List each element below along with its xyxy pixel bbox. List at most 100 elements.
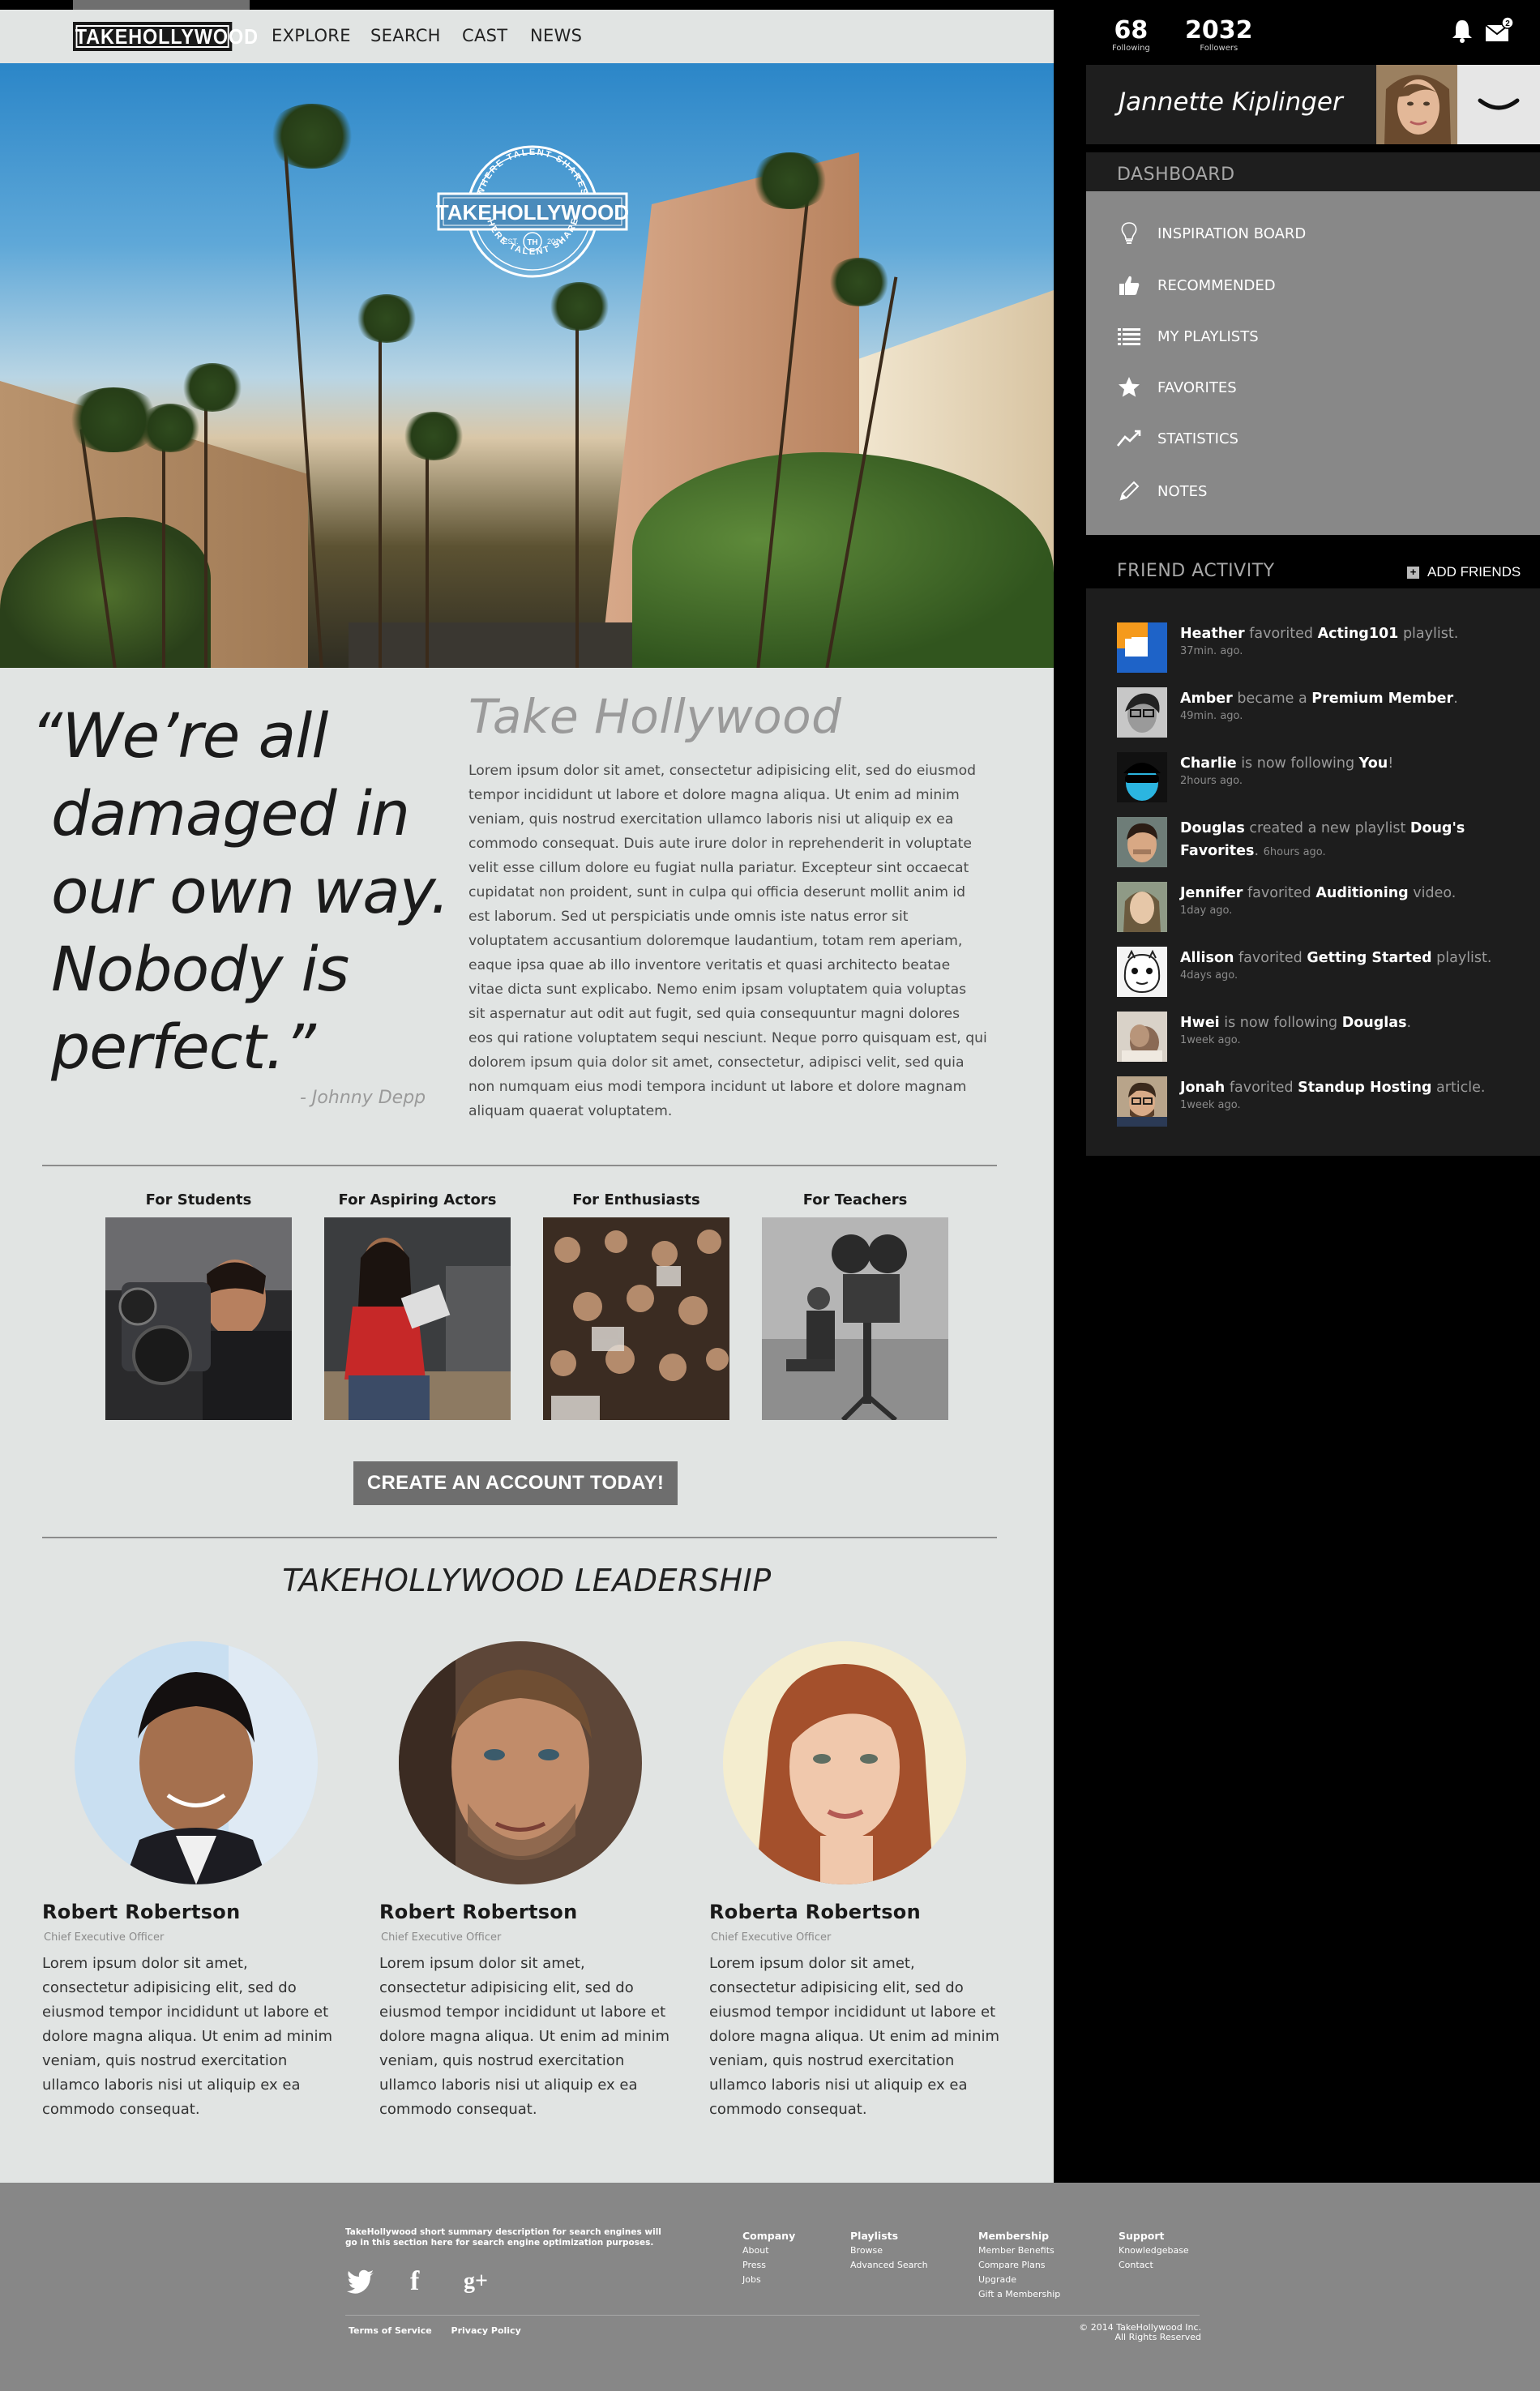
activity-item[interactable]: Jennifer favorited Auditioning video. 1d… <box>1117 882 1530 932</box>
privacy-link[interactable]: Privacy Policy <box>451 2325 521 2336</box>
activity-object[interactable]: Premium Member <box>1311 691 1453 707</box>
activity-time: 1day ago. <box>1180 905 1233 917</box>
thumbs-up-icon <box>1117 273 1141 297</box>
seal-mark: TH <box>527 238 537 247</box>
activity-item[interactable]: Jonah favorited Standup Hosting article.… <box>1117 1076 1530 1127</box>
leadership-title: TAKEHOLLYWOOD LEADERSHIP <box>282 1563 772 1598</box>
activity-user[interactable]: Allison <box>1180 950 1234 966</box>
palm-tree <box>204 371 207 668</box>
leader-card: Robert Robertson Chief Executive Officer… <box>379 1641 671 2122</box>
activity-user[interactable]: Charlie <box>1180 755 1237 772</box>
nav-news[interactable]: NEWS <box>530 26 582 45</box>
leader-bio: Lorem ipsum dolor sit amet, consectetur … <box>379 1955 670 2118</box>
dashboard-item-recommended[interactable]: RECOMMENDED <box>1117 269 1522 302</box>
site-logo[interactable]: TAKEHOLLYWOOD <box>73 22 258 51</box>
audience-enthusiasts[interactable]: For Enthusiasts <box>543 1191 729 1420</box>
activity-user[interactable]: Douglas <box>1180 820 1245 836</box>
section-divider <box>42 1537 997 1538</box>
bell-icon[interactable] <box>1449 18 1475 44</box>
footer-legal-links: Terms of Service Privacy Policy <box>349 2325 537 2336</box>
activity-verb: is now following <box>1224 1015 1338 1031</box>
footer-link-about[interactable]: About <box>742 2243 795 2258</box>
avatar[interactable] <box>1376 65 1457 144</box>
activity-user[interactable]: Hwei <box>1180 1015 1220 1031</box>
dashboard-item-favorites[interactable]: FAVORITES <box>1117 371 1522 404</box>
section-divider <box>42 1165 997 1166</box>
footer-link-advanced-search[interactable]: Advanced Search <box>850 2258 928 2273</box>
terms-link[interactable]: Terms of Service <box>349 2325 432 2336</box>
footer-divider <box>345 2315 1200 2316</box>
activity-suffix: ! <box>1388 755 1394 772</box>
palm-frond <box>354 294 419 343</box>
activity-verb: favorited <box>1238 950 1303 966</box>
nav-explore[interactable]: EXPLORE <box>272 26 351 45</box>
activity-user[interactable]: Amber <box>1180 691 1233 707</box>
activity-item[interactable]: Charlie is now following You! 2hours ago… <box>1117 752 1530 802</box>
palm-frond <box>180 363 245 412</box>
user-menu-toggle[interactable] <box>1457 65 1540 144</box>
add-friends-label: ADD FRIENDS <box>1427 564 1521 580</box>
footer-heading: Company <box>742 2230 796 2242</box>
dashboard-item-label: NOTES <box>1157 482 1208 500</box>
activity-user[interactable]: Jonah <box>1180 1080 1225 1096</box>
leader-role: Chief Executive Officer <box>44 1931 165 1944</box>
activity-item[interactable]: Heather favorited Acting101 playlist. 37… <box>1117 622 1530 673</box>
footer-link-compare-plans[interactable]: Compare Plans <box>978 2258 1060 2273</box>
audience-teachers[interactable]: For Teachers <box>762 1191 948 1420</box>
followers-count: 2032 <box>1185 16 1253 45</box>
activity-object[interactable]: Getting Started <box>1307 950 1431 966</box>
add-friends-button[interactable]: + ADD FRIENDS <box>1407 564 1521 580</box>
footer-link-upgrade[interactable]: Upgrade <box>978 2273 1060 2287</box>
following-stat[interactable]: 68 Following <box>1112 18 1150 53</box>
activity-user[interactable]: Jennifer <box>1180 885 1243 901</box>
activity-object[interactable]: Douglas <box>1342 1015 1407 1031</box>
quote-author: - Johnny Depp <box>300 1088 426 1108</box>
svg-text:WHERE TALENT SHARES: WHERE TALENT SHARES <box>476 148 589 197</box>
activity-time: 1week ago. <box>1180 1099 1241 1111</box>
create-account-button[interactable]: CREATE AN ACCOUNT TODAY! <box>353 1461 678 1505</box>
avatar <box>1117 622 1167 673</box>
audience-students[interactable]: For Students <box>105 1191 292 1420</box>
activity-item[interactable]: Douglas created a new playlist Doug's Fa… <box>1117 817 1530 867</box>
nav-cast[interactable]: CAST <box>462 26 507 45</box>
activity-item[interactable]: Amber became a Premium Member. 49min. ag… <box>1117 687 1530 738</box>
mail-icon[interactable]: 2 <box>1485 16 1514 44</box>
activity-suffix: . <box>1453 691 1458 707</box>
dashboard-item-label: INSPIRATION BOARD <box>1157 225 1307 242</box>
activity-object[interactable]: Standup Hosting <box>1298 1080 1431 1096</box>
about-body: Lorem ipsum dolor sit amet, consectetur … <box>468 763 987 1119</box>
main-content: TAKEHOLLYWOOD EXPLORE SEARCH CAST NEWS W… <box>0 0 1054 2183</box>
friend-activity-title: FRIEND ACTIVITY <box>1117 561 1275 581</box>
activity-object[interactable]: Auditioning <box>1315 885 1408 901</box>
activity-item[interactable]: Hwei is now following Douglas. 1week ago… <box>1117 1012 1530 1062</box>
leader-name: Robert Robertson <box>379 1901 578 1923</box>
activity-verb: created a new playlist <box>1249 820 1406 836</box>
footer-link-contact[interactable]: Contact <box>1119 2258 1189 2273</box>
user-name[interactable]: Jannette Kiplinger <box>1119 88 1343 117</box>
twitter-icon[interactable] <box>347 2269 374 2297</box>
nav-search[interactable]: SEARCH <box>370 26 441 45</box>
dashboard-item-notes[interactable]: NOTES <box>1117 475 1522 507</box>
footer-link-press[interactable]: Press <box>742 2258 795 2273</box>
footer-link-knowledgebase[interactable]: Knowledgebase <box>1119 2243 1189 2258</box>
following-label: Following <box>1112 44 1150 53</box>
plus-icon: + <box>1407 566 1419 579</box>
activity-user[interactable]: Heather <box>1180 626 1245 642</box>
dashboard-item-my-playlists[interactable]: MY PLAYLISTS <box>1117 320 1522 353</box>
followers-stat[interactable]: 2032 Followers <box>1185 18 1253 53</box>
footer-link-gift-membership[interactable]: Gift a Membership <box>978 2287 1060 2302</box>
dashboard-title: DASHBOARD <box>1086 152 1540 191</box>
dashboard-item-statistics[interactable]: STATISTICS <box>1117 422 1522 455</box>
footer-link-browse[interactable]: Browse <box>850 2243 928 2258</box>
activity-object[interactable]: You <box>1359 755 1388 772</box>
activity-object[interactable]: Acting101 <box>1318 626 1399 642</box>
dashboard-item-inspiration-board[interactable]: INSPIRATION BOARD <box>1117 217 1522 250</box>
facebook-icon[interactable]: f <box>410 2268 419 2295</box>
leader-photo <box>399 1641 642 1884</box>
audience-aspiring-actors[interactable]: For Aspiring Actors <box>324 1191 511 1420</box>
footer-link-jobs[interactable]: Jobs <box>742 2273 795 2287</box>
google-plus-icon[interactable]: g+ <box>464 2269 488 2294</box>
footer-heading: Playlists <box>850 2230 899 2242</box>
footer-link-member-benefits[interactable]: Member Benefits <box>978 2243 1060 2258</box>
activity-item[interactable]: Allison favorited Getting Started playli… <box>1117 947 1530 997</box>
